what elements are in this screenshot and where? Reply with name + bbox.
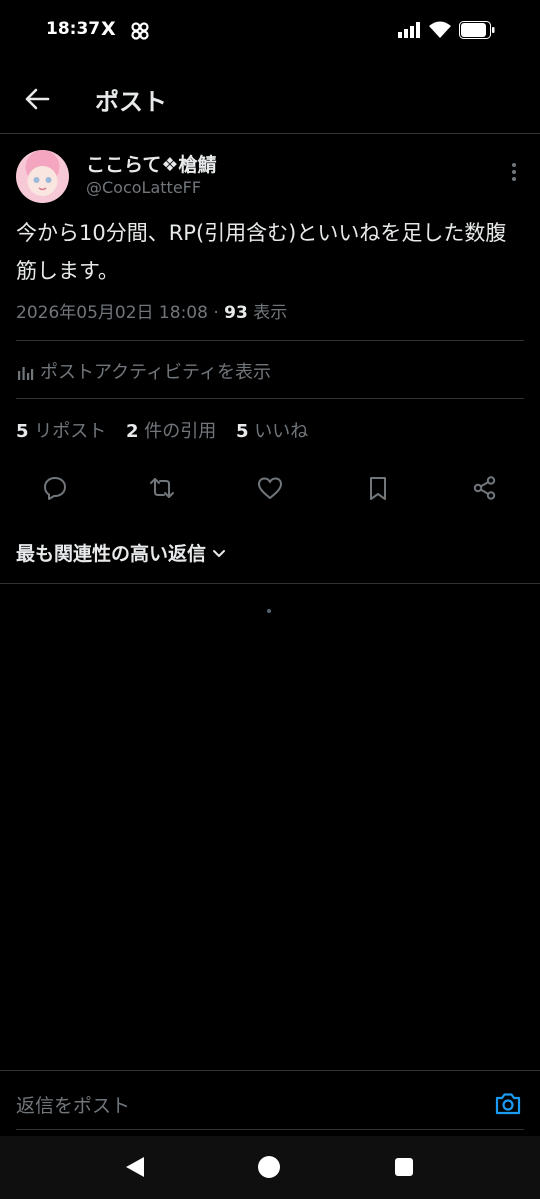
quote-count-link[interactable]: 2 件の引用 (126, 421, 216, 442)
analytics-icon (18, 367, 34, 380)
post-datetime: 2026年05月02日 18:08 (16, 303, 208, 323)
signal-icon (398, 22, 422, 42)
nav-home-icon[interactable] (258, 1156, 280, 1178)
page-title: ポスト (95, 88, 167, 116)
more-options-icon[interactable] (504, 160, 524, 184)
views-count: 93 (224, 303, 248, 323)
reply-sort-dropdown[interactable]: 最も関連性の高い返信 (16, 539, 226, 566)
chevron-down-icon (213, 550, 226, 557)
threads-icon (130, 21, 150, 45)
like-heart-icon[interactable] (256, 474, 284, 502)
reply-composer: 返信をポスト (0, 1070, 540, 1136)
like-count: 5 (236, 421, 249, 442)
repost-label: リポスト (34, 421, 107, 442)
reply-input[interactable]: 返信をポスト (16, 1091, 130, 1118)
meta-separator: · (213, 303, 219, 323)
x-app-icon: X (101, 18, 116, 40)
reply-icon[interactable] (41, 474, 69, 502)
post-activity-link[interactable]: ポストアクティビティを表示 (16, 358, 271, 384)
loading-indicator (267, 609, 271, 613)
nav-recents-icon[interactable] (395, 1158, 413, 1176)
like-label: いいね (254, 421, 309, 442)
wifi-icon (428, 20, 452, 43)
status-bar: 18:37 X (0, 0, 540, 62)
divider (0, 583, 540, 584)
battery-icon (459, 21, 495, 43)
divider (16, 340, 524, 341)
engagement-stats: 5 リポスト 2 件の引用 5 いいね (16, 417, 322, 443)
share-icon[interactable] (471, 474, 499, 502)
display-name[interactable]: ここらて❖槍鯖 (86, 150, 216, 177)
repost-icon[interactable] (148, 474, 176, 502)
back-arrow-icon[interactable] (22, 84, 52, 114)
reply-sort-label: 最も関連性の高い返信 (16, 543, 207, 565)
activity-label: ポストアクティビティを表示 (40, 362, 271, 383)
status-time: 18:37 (46, 19, 101, 39)
bookmark-icon[interactable] (364, 474, 392, 502)
action-bar (0, 474, 540, 506)
nav-back-icon[interactable] (124, 1156, 146, 1182)
post-meta: 2026年05月02日 18:08 · 93 表示 (16, 298, 287, 323)
quote-label: 件の引用 (144, 421, 217, 442)
divider (16, 398, 524, 399)
camera-icon[interactable] (494, 1091, 522, 1117)
reply-input-underline (16, 1129, 524, 1130)
avatar[interactable] (16, 150, 69, 203)
like-count-link[interactable]: 5 いいね (236, 421, 308, 442)
user-handle[interactable]: @CocoLatteFF (86, 178, 201, 197)
post-text: 今から10分間、RP(引用含む)といいねを足した数腹筋します。 (16, 221, 507, 283)
quote-count: 2 (126, 421, 139, 442)
repost-count: 5 (16, 421, 29, 442)
system-nav-bar (0, 1136, 540, 1199)
views-label: 表示 (253, 303, 288, 323)
repost-count-link[interactable]: 5 リポスト (16, 421, 106, 442)
top-app-bar: ポスト (0, 62, 540, 134)
